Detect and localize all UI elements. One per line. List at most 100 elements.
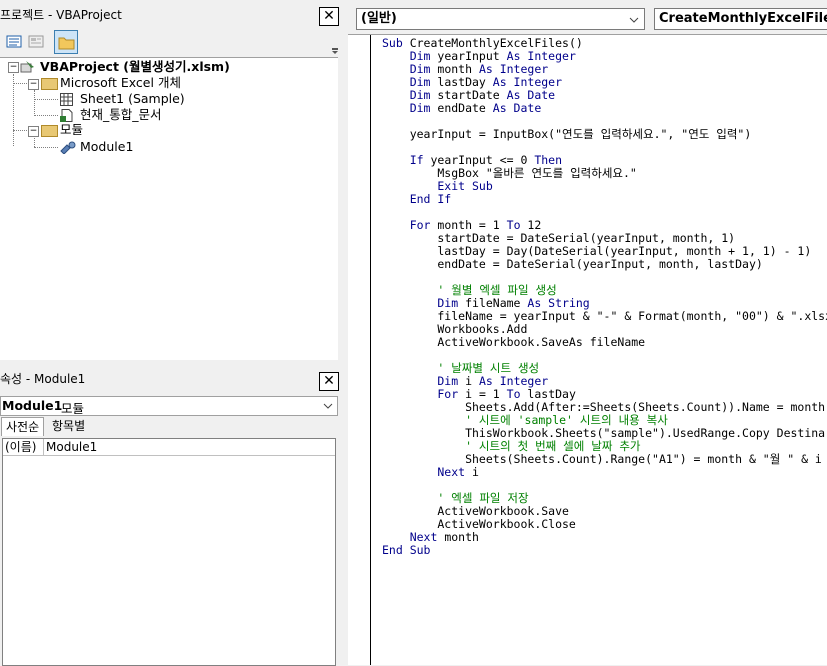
code-window-header: (일반) CreateMonthlyExcelFiles [348,0,827,34]
properties-panel-titlebar: 속성 - Module1 ✕ [0,368,340,391]
root-expander[interactable]: − [8,62,19,73]
tree-item-modules[interactable]: 모듈 [60,122,83,138]
code-line[interactable]: End Sub [382,544,430,557]
code-token: endDate [437,101,493,115]
view-code-button[interactable] [4,31,24,51]
property-row-name[interactable]: (이름) Module1 [3,439,335,456]
code-line[interactable]: Next i [382,466,479,479]
code-line[interactable]: ActiveWorkbook.SaveAs fileName [382,336,645,349]
code-keyword: For [382,218,438,232]
code-keyword: For [382,387,466,401]
code-keyword: To [506,218,528,232]
property-value[interactable]: Module1 [46,439,97,455]
close-project-panel-button[interactable]: ✕ [319,7,339,26]
code-token: Sheets.Add(After:=Sheets(Sheets.Count)).… [382,400,826,414]
sheet-icon [60,93,73,106]
panel-splitter[interactable] [340,0,348,664]
close-icon: ✕ [323,8,335,24]
view-object-button[interactable] [26,31,46,51]
close-icon: ✕ [323,373,335,389]
code-line[interactable]: End If [382,192,452,206]
folder-icon [41,78,58,90]
code-token: yearInput = InputBox("연도를 입력하세요.", "연도 입… [382,127,752,141]
code-keyword: Dim [382,101,438,115]
view-code-icon [6,35,22,48]
code-token: MsgBox "올바른 연도를 입력하세요." [382,166,637,180]
close-properties-panel-button[interactable]: ✕ [319,372,339,391]
code-keyword: Dim [382,374,466,388]
code-margin[interactable] [348,35,371,665]
tab-alphabetic[interactable]: 사전순 [1,417,45,436]
code-keyword: As Integer [506,49,576,63]
code-line[interactable]: yearInput = InputBox("연도를 입력하세요.", "연도 입… [382,127,752,141]
code-token: 12 [527,218,542,232]
project-tree[interactable]: − VBAProject (월별생성기.xlsm) − Microsoft Ex… [0,57,338,360]
code-token: ThisWorkbook.Sheets("sample").UsedRange.… [382,426,826,440]
code-token: ActiveWorkbook.Save [382,504,569,518]
code-keyword: As Integer [478,374,549,388]
modules-expander[interactable]: − [28,126,39,137]
code-token: yearInput [437,49,507,63]
code-keyword: Dim [382,49,438,63]
project-toolbar [0,28,340,56]
code-keyword: End If [382,192,452,206]
toolbar-overflow-icon [332,48,338,54]
code-keyword: Dim [382,296,466,310]
folder-icon [41,125,58,137]
toggle-folders-icon [58,37,75,50]
object-combo[interactable]: (일반) [356,8,645,30]
code-keyword: Then [534,153,563,167]
code-keyword: As Integer [492,75,563,89]
code-token: ActiveWorkbook.Close [382,517,576,531]
chevron-down-icon [629,17,639,23]
excel-objects-expander[interactable]: − [28,79,39,90]
procedure-combo[interactable]: CreateMonthlyExcelFiles [654,8,827,30]
tab-categorized[interactable]: 항목별 [48,417,89,435]
properties-object-select[interactable]: Module1 모듈 [0,396,338,416]
tree-item-vbaproject[interactable]: VBAProject (월별생성기.xlsm) [40,59,230,75]
code-line[interactable]: endDate = DateSerial(yearInput, month, l… [382,257,763,271]
tree-item-sheet1[interactable]: Sheet1 (Sample) [80,91,185,107]
code-keyword: Exit Sub [382,179,493,193]
code-keyword: As Integer [478,62,549,76]
code-editor[interactable]: Sub CreateMonthlyExcelFiles() Dim yearIn… [348,34,827,665]
properties-panel-title: 속성 - Module1 [0,372,86,386]
code-line[interactable]: Dim endDate As Date [382,101,542,115]
project-panel-titlebar: 프로젝트 - VBAProject ✕ [0,2,340,26]
code-keyword: Next [382,465,473,479]
code-token: Workbooks.Add [382,322,528,336]
view-object-icon [28,35,44,48]
code-token: lastDay [437,75,493,89]
code-token: lastDay [527,387,576,401]
code-comment: ' 월별 엑셀 파일 생성 [382,283,557,297]
code-token: month [444,530,479,544]
code-keyword: Dim [382,75,438,89]
module-icon [60,141,76,154]
code-token: yearInput <= 0 [430,153,535,167]
tree-item-excel-objects[interactable]: Microsoft Excel 개체 [60,75,181,91]
code-keyword: To [506,387,528,401]
code-keyword: End Sub [382,543,431,557]
tree-item-module1[interactable]: Module1 [80,139,133,155]
procedure-combo-value: CreateMonthlyExcelFiles [659,11,827,26]
code-token: fileName = yearInput & "-" & Format(mont… [382,309,827,323]
code-comment: ' 엑셀 파일 저장 [382,491,529,505]
project-panel-title: 프로젝트 - VBAProject [0,8,122,22]
code-token: startDate = DateSerial(yearInput, month,… [382,231,736,245]
tree-item-workbook[interactable]: 현재_통합_문서 [80,107,162,123]
code-keyword: Dim [382,88,438,102]
code-comment: ' 시트에 'sample' 시트의 내용 복사 [382,413,668,427]
object-combo-value: (일반) [361,11,397,26]
code-comment: ' 날짜별 시트 생성 [382,361,540,375]
toolbar-overflow[interactable] [331,36,339,54]
code-token: endDate = DateSerial(yearInput, month, l… [382,257,763,271]
code-keyword: Dim [382,62,438,76]
code-text[interactable]: Sub CreateMonthlyExcelFiles() Dim yearIn… [382,37,827,663]
object-name: Module1 [2,398,63,413]
object-type: 모듈 [61,401,85,416]
code-token: month [437,62,479,76]
code-keyword: Next [382,530,445,544]
code-keyword: If [382,153,431,167]
code-token: month = 1 [437,218,507,232]
toggle-folders-button[interactable] [54,30,78,54]
